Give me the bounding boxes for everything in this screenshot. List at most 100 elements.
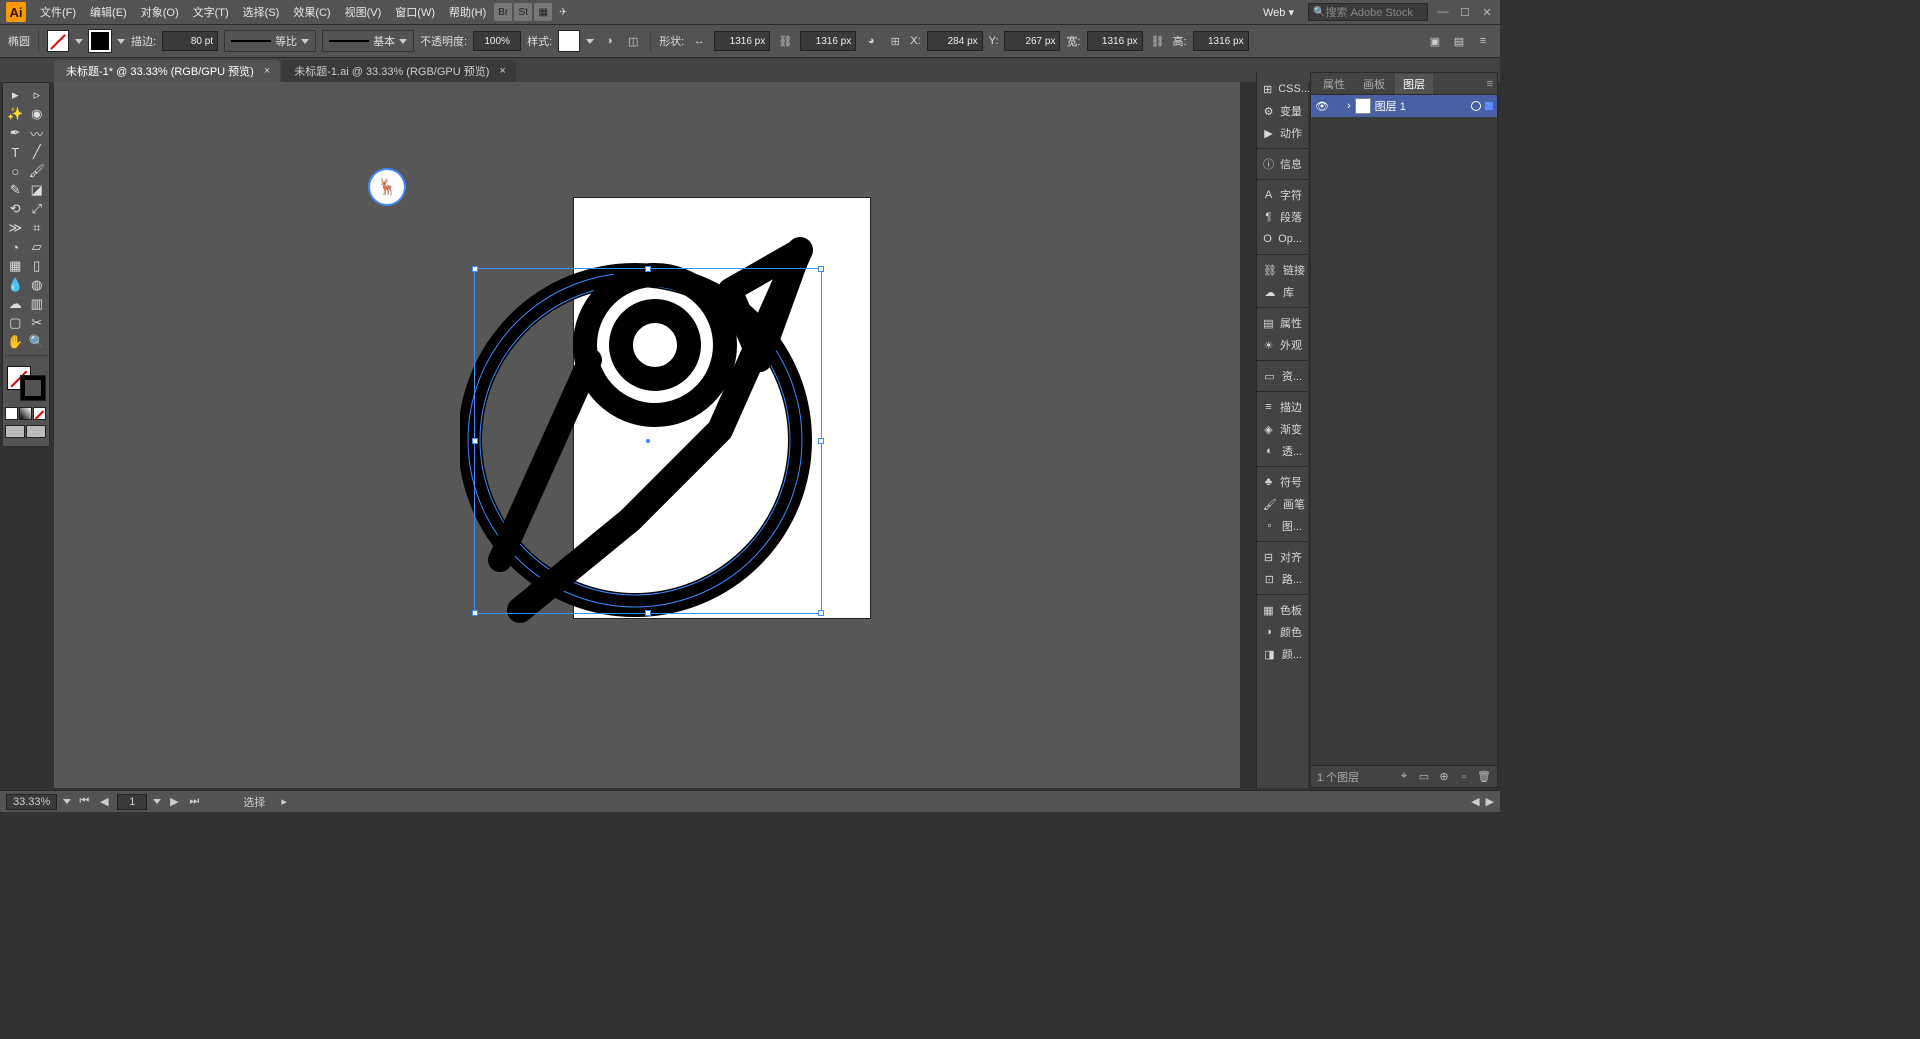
panel-button[interactable]: ⓘ信息 xyxy=(1257,153,1308,175)
minimize-icon[interactable]: — xyxy=(1436,5,1450,19)
last-artboard-icon[interactable]: ⏭ xyxy=(187,795,201,808)
panel-button[interactable]: ◑颜色 xyxy=(1257,621,1308,643)
stroke-weight-input[interactable]: 80 pt xyxy=(162,31,218,51)
selection-tool[interactable]: ▸ xyxy=(5,86,26,104)
zoom-tool[interactable]: 🔍 xyxy=(27,333,48,351)
panel-button[interactable]: ⊟对齐 xyxy=(1257,546,1308,568)
stroke-swatch[interactable] xyxy=(89,30,111,52)
handle-icon[interactable] xyxy=(472,610,478,616)
panel-button[interactable]: ▤属性 xyxy=(1257,312,1308,334)
menu-effect[interactable]: 效果(C) xyxy=(287,1,336,23)
screen-mode2[interactable] xyxy=(26,425,46,438)
shape-w-input[interactable]: 1316 px xyxy=(714,31,770,51)
new-layer-icon[interactable]: ▫ xyxy=(1457,770,1471,784)
close-icon[interactable]: ✕ xyxy=(1480,5,1494,19)
type-tool[interactable]: T xyxy=(5,143,26,161)
menu-object[interactable]: 对象(O) xyxy=(135,1,185,23)
panel-button[interactable]: ⛓链接 xyxy=(1257,259,1308,281)
fill-stroke-control[interactable] xyxy=(5,364,47,402)
document-tab[interactable]: 未标题-1.ai @ 33.33% (RGB/GPU 预览) × xyxy=(282,60,516,82)
handle-icon[interactable] xyxy=(645,610,651,616)
panel-button[interactable]: ⚙变量 xyxy=(1257,100,1308,122)
stroke-box[interactable] xyxy=(21,376,45,400)
expand-icon[interactable]: › xyxy=(1347,100,1351,112)
x-input[interactable]: 284 px xyxy=(927,31,983,51)
panel-button[interactable]: OOp... xyxy=(1257,228,1308,250)
handle-icon[interactable] xyxy=(472,266,478,272)
graph-tool[interactable]: ▥ xyxy=(27,295,48,313)
tab-properties[interactable]: 属性 xyxy=(1315,74,1353,94)
hand-tool[interactable]: ✋ xyxy=(5,333,26,351)
handle-icon[interactable] xyxy=(818,438,824,444)
menu-view[interactable]: 视图(V) xyxy=(339,1,388,23)
w-input[interactable]: 1316 px xyxy=(1087,31,1143,51)
link-wh2-icon[interactable]: ⛓ xyxy=(1149,32,1167,50)
scale-tool[interactable]: ⤢ xyxy=(27,200,48,218)
document-tab[interactable]: 未标题-1* @ 33.33% (RGB/GPU 预览) × xyxy=(54,60,280,82)
scroll-right-icon[interactable]: ▶ xyxy=(1486,795,1494,808)
handle-icon[interactable] xyxy=(645,266,651,272)
free-transform-tool[interactable]: ⌗ xyxy=(27,219,48,237)
panel-button[interactable]: ☁库 xyxy=(1257,281,1308,303)
layer-row[interactable]: 👁 › 图层 1 xyxy=(1311,95,1497,117)
panel-button[interactable]: ◨颜... xyxy=(1257,643,1308,665)
tab-artboards[interactable]: 画板 xyxy=(1355,74,1393,94)
pen-tool[interactable]: ✒ xyxy=(5,124,26,142)
link-wh-icon[interactable]: ⛓ xyxy=(776,32,794,50)
next-artboard-icon[interactable]: ▶ xyxy=(167,795,181,808)
y-input[interactable]: 267 px xyxy=(1004,31,1060,51)
style-swatch[interactable] xyxy=(558,30,580,52)
align-icon[interactable]: ◫ xyxy=(624,32,642,50)
maximize-icon[interactable]: ☐ xyxy=(1458,5,1472,19)
shape-h-input[interactable]: 1316 px xyxy=(800,31,856,51)
brush-tool[interactable]: 🖌 xyxy=(27,162,48,180)
none-mode[interactable] xyxy=(33,407,46,420)
locate-icon[interactable]: ⌖ xyxy=(1397,770,1411,784)
tab-layers[interactable]: 图层 xyxy=(1395,74,1433,94)
shape-builder-tool[interactable]: ◔ xyxy=(5,238,26,256)
width-tool[interactable]: ≫ xyxy=(5,219,26,237)
gpu-icon[interactable]: ✈ xyxy=(554,3,572,21)
panel-button[interactable]: ▭资... xyxy=(1257,365,1308,387)
arrange-icon[interactable]: ▦ xyxy=(534,3,552,21)
menu-help[interactable]: 帮助(H) xyxy=(443,1,492,23)
eraser-tool[interactable]: ◪ xyxy=(27,181,48,199)
tab-close-icon[interactable]: × xyxy=(499,65,505,77)
target-icon[interactable] xyxy=(1471,101,1481,111)
panel-button[interactable]: ◐透... xyxy=(1257,440,1308,462)
color-mode[interactable] xyxy=(5,407,18,420)
edit-icon[interactable]: ▤ xyxy=(1450,32,1468,50)
menu-select[interactable]: 选择(S) xyxy=(237,1,286,23)
panel-menu-icon[interactable]: ≡ xyxy=(1487,78,1493,90)
scroll-left-icon[interactable]: ◀ xyxy=(1471,795,1479,808)
panel-button[interactable]: ▶动作 xyxy=(1257,122,1308,144)
delete-layer-icon[interactable]: 🗑 xyxy=(1477,770,1491,784)
panel-button[interactable]: ♣符号 xyxy=(1257,471,1308,493)
screen-mode[interactable] xyxy=(5,425,25,438)
status-expand-icon[interactable]: ▸ xyxy=(281,795,287,808)
shaper-tool[interactable]: ✎ xyxy=(5,181,26,199)
perspective-tool[interactable]: ▱ xyxy=(27,238,48,256)
panel-button[interactable]: A字符 xyxy=(1257,184,1308,206)
handle-icon[interactable] xyxy=(818,610,824,616)
slice-tool[interactable]: ✂ xyxy=(27,314,48,332)
make-clip-icon[interactable]: ▭ xyxy=(1417,770,1431,784)
h-input[interactable]: 1316 px xyxy=(1193,31,1249,51)
panel-menu-icon[interactable]: ≡ xyxy=(1474,32,1492,50)
panel-button[interactable]: ☀外观 xyxy=(1257,334,1308,356)
bridge-icon[interactable]: Br xyxy=(494,3,512,21)
zoom-field[interactable]: 33.33% xyxy=(6,794,57,810)
stock-icon[interactable]: St xyxy=(514,3,532,21)
ref-point-icon[interactable]: ⊞ xyxy=(886,32,904,50)
ellipse-tool[interactable]: ○ xyxy=(5,162,26,180)
direct-selection-tool[interactable]: ▹ xyxy=(27,86,48,104)
artboard-nav-input[interactable]: 1 xyxy=(117,794,147,810)
canvas[interactable]: 🦌 xyxy=(54,82,1240,788)
eyedropper-tool[interactable]: 💧 xyxy=(5,276,26,294)
panel-button[interactable]: ◈渐变 xyxy=(1257,418,1308,440)
brush-drop[interactable]: 基本 xyxy=(322,30,414,52)
artboard-tool[interactable]: ▢ xyxy=(5,314,26,332)
curvature-tool[interactable]: 〰 xyxy=(27,124,48,142)
layer-name[interactable]: 图层 1 xyxy=(1375,98,1406,114)
menu-edit[interactable]: 编辑(E) xyxy=(84,1,133,23)
